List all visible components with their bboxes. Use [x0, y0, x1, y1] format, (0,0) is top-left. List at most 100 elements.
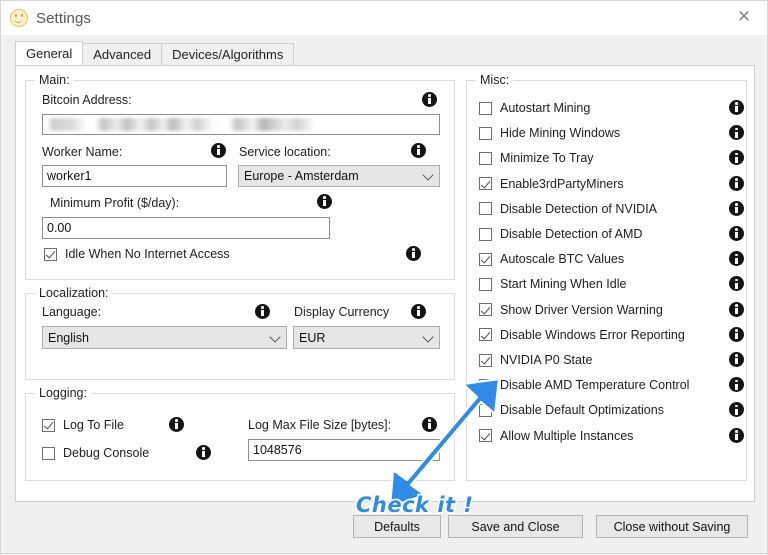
- misc-info-icon-1[interactable]: [729, 125, 744, 141]
- checkbox-box: [479, 202, 492, 216]
- misc-info-icon-11[interactable]: [729, 377, 744, 393]
- misc-checkbox-label: NVIDIA P0 State: [500, 353, 593, 367]
- save-and-close-button[interactable]: Save and Close: [448, 515, 583, 538]
- misc-group: Misc: Autostart Mining Hide Mining Window…: [466, 73, 747, 481]
- bitcoin-address-input[interactable]: [42, 114, 440, 135]
- misc-checkbox-7[interactable]: Start Mining When Idle: [479, 277, 626, 291]
- misc-checkbox-13[interactable]: Allow Multiple Instances: [479, 429, 633, 443]
- main-group: Main: Bitcoin Address: Worker Name: Serv…: [25, 73, 455, 280]
- bitcoin-address-redacted-value: [47, 118, 315, 131]
- tab-devices-algorithms[interactable]: Devices/Algorithms: [161, 43, 295, 65]
- display-currency-info-icon[interactable]: [411, 304, 426, 319]
- tab-advanced[interactable]: Advanced: [82, 43, 163, 65]
- localization-group: Localization: Language: Display Currency…: [25, 286, 455, 380]
- language-select[interactable]: English: [42, 326, 287, 349]
- misc-checkbox-9[interactable]: Disable Windows Error Reporting: [479, 328, 685, 342]
- misc-checkbox-label: Autoscale BTC Values: [500, 252, 625, 267]
- misc-info-icon-4[interactable]: [729, 200, 744, 216]
- language-value: English: [48, 330, 89, 345]
- minimum-profit-label: Minimum Profit ($/day):: [50, 196, 180, 210]
- misc-checkbox-3[interactable]: Enable3rdPartyMiners: [479, 177, 624, 191]
- misc-info-icon-10[interactable]: [729, 352, 744, 367]
- display-currency-select[interactable]: EUR: [293, 326, 440, 349]
- service-location-label: Service location:: [239, 145, 331, 159]
- misc-info-icon-7[interactable]: [729, 276, 744, 292]
- tab-general[interactable]: General: [15, 41, 84, 65]
- minimum-profit-input[interactable]: 0.00: [42, 217, 330, 239]
- misc-checkbox-label: Allow Multiple Instances: [500, 428, 634, 443]
- chevron-down-icon: [422, 330, 434, 343]
- log-to-file-label: Log To File: [63, 418, 124, 432]
- close-without-saving-button[interactable]: Close without Saving: [596, 515, 748, 538]
- service-location-info-icon[interactable]: [411, 143, 426, 158]
- checkbox-box: [479, 227, 492, 241]
- checkbox-box: [479, 177, 492, 191]
- defaults-button[interactable]: Defaults: [353, 515, 441, 538]
- misc-info-icon-6[interactable]: [729, 251, 744, 267]
- log-max-file-size-input[interactable]: 1048576: [248, 439, 440, 461]
- misc-checkbox-10[interactable]: NVIDIA P0 State: [479, 353, 592, 367]
- display-currency-value: EUR: [299, 330, 326, 345]
- bitcoin-address-info-icon[interactable]: [422, 92, 437, 107]
- misc-checkbox-0[interactable]: Autostart Mining: [479, 101, 590, 115]
- misc-checkbox-6[interactable]: Autoscale BTC Values: [479, 252, 624, 266]
- checkbox-box: [479, 303, 492, 317]
- misc-info-icon-12[interactable]: [729, 402, 744, 418]
- misc-info-icon-2[interactable]: [729, 150, 744, 166]
- misc-checkbox-12[interactable]: Disable Default Optimizations: [479, 403, 664, 417]
- misc-checkbox-1[interactable]: Hide Mining Windows: [479, 126, 620, 140]
- checkbox-box: [479, 151, 492, 165]
- checkbox-box: [479, 252, 492, 266]
- chevron-down-icon: [269, 330, 281, 343]
- checkbox-box: [42, 446, 55, 460]
- window-title: Settings: [36, 9, 91, 27]
- service-location-select[interactable]: Europe - Amsterdam: [238, 165, 440, 187]
- worker-name-info-icon[interactable]: [211, 143, 226, 158]
- misc-info-icon-0[interactable]: [729, 100, 744, 115]
- settings-window: Settings ✕ General Advanced Devices/Algo…: [0, 0, 768, 554]
- title-bar: Settings ✕: [1, 1, 767, 35]
- misc-group-legend: Misc:: [476, 73, 514, 87]
- logging-group: Logging: Log To File Debug Console Log M…: [25, 386, 455, 481]
- idle-when-no-internet-label: Idle When No Internet Access: [65, 247, 230, 261]
- log-max-file-size-info-icon[interactable]: [422, 417, 437, 432]
- main-group-legend: Main:: [35, 73, 74, 87]
- smiley-face-icon: [10, 9, 28, 27]
- debug-console-info-icon[interactable]: [196, 445, 211, 460]
- idle-when-no-internet-checkbox[interactable]: Idle When No Internet Access: [44, 247, 230, 261]
- misc-checkbox-label: Hide Mining Windows: [500, 126, 621, 141]
- language-info-icon[interactable]: [255, 304, 270, 319]
- misc-info-icon-5[interactable]: [729, 226, 744, 241]
- checkbox-box: [479, 328, 492, 342]
- checkbox-box: [479, 126, 492, 140]
- misc-info-icon-9[interactable]: [729, 326, 744, 342]
- misc-info-icon-8[interactable]: [729, 301, 744, 317]
- service-location-value: Europe - Amsterdam: [244, 169, 359, 183]
- misc-checkbox-label: Disable AMD Temperature Control: [500, 378, 690, 393]
- misc-checkbox-4[interactable]: Disable Detection of NVIDIA: [479, 202, 657, 216]
- misc-checkbox-11[interactable]: Disable AMD Temperature Control: [479, 378, 689, 392]
- log-to-file-checkbox[interactable]: Log To File: [42, 418, 124, 432]
- bitcoin-address-label: Bitcoin Address:: [42, 93, 132, 107]
- worker-name-label: Worker Name:: [42, 145, 123, 159]
- debug-console-checkbox[interactable]: Debug Console: [42, 446, 149, 460]
- debug-console-label: Debug Console: [63, 446, 150, 460]
- tab-strip: General Advanced Devices/Algorithms: [15, 41, 295, 65]
- close-icon[interactable]: ✕: [721, 1, 767, 33]
- display-currency-label: Display Currency: [294, 305, 390, 319]
- idle-when-no-internet-info-icon[interactable]: [406, 246, 421, 261]
- misc-checkbox-label: Disable Default Optimizations: [500, 403, 664, 418]
- localization-group-legend: Localization:: [35, 286, 113, 300]
- misc-checkbox-5[interactable]: Disable Detection of AMD: [479, 227, 642, 241]
- checkbox-box: [42, 418, 55, 432]
- misc-checkbox-2[interactable]: Minimize To Tray: [479, 151, 594, 165]
- misc-checkbox-label: Disable Windows Error Reporting: [500, 327, 685, 342]
- misc-info-icon-13[interactable]: [729, 427, 744, 443]
- misc-info-icon-3[interactable]: [729, 175, 744, 191]
- worker-name-input[interactable]: worker1: [42, 165, 227, 187]
- misc-checkbox-8[interactable]: Show Driver Version Warning: [479, 303, 663, 317]
- misc-checkbox-label: Enable3rdPartyMiners: [500, 176, 624, 191]
- minimum-profit-info-icon[interactable]: [317, 194, 332, 209]
- log-to-file-info-icon[interactable]: [169, 417, 184, 432]
- misc-checkbox-label: Autostart Mining: [500, 101, 591, 115]
